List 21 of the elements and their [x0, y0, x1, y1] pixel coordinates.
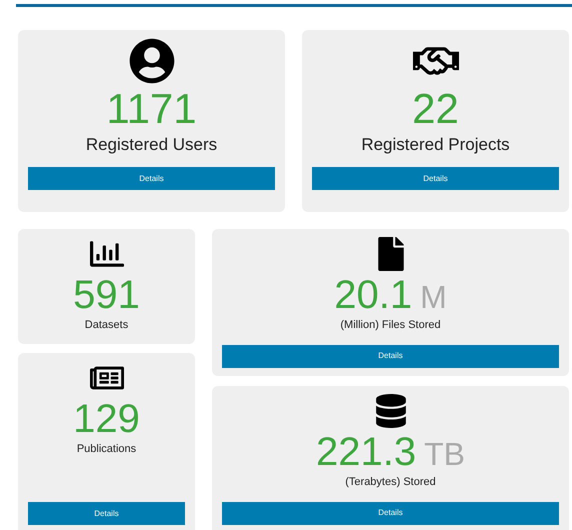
stat-value: 1171	[106, 88, 197, 130]
stat-label: (Million) Files Stored	[340, 319, 441, 333]
database-icon	[374, 394, 408, 428]
stat-label: Publications	[76, 443, 136, 457]
stat-value: 22	[412, 88, 459, 130]
stat-label: Registered Users	[86, 134, 218, 156]
stat-unit: M	[420, 281, 447, 313]
details-button[interactable]: Details	[222, 344, 559, 368]
stat-label: Registered Projects	[361, 134, 510, 156]
details-button[interactable]: Details	[28, 502, 185, 525]
stat-label: Datasets	[84, 319, 128, 333]
user-avatar-icon	[128, 38, 174, 84]
stat-label: (Terabytes) Stored	[345, 476, 436, 490]
stat-value: 221.3	[316, 432, 416, 472]
details-button[interactable]: Details	[222, 502, 559, 525]
details-button[interactable]: Details	[28, 167, 275, 190]
stat-value: 129	[73, 399, 140, 439]
details-button[interactable]: Details	[312, 167, 559, 190]
stat-unit: TB	[424, 438, 465, 470]
stat-value: 591	[73, 275, 140, 315]
stat-value: 20.1	[334, 275, 412, 315]
